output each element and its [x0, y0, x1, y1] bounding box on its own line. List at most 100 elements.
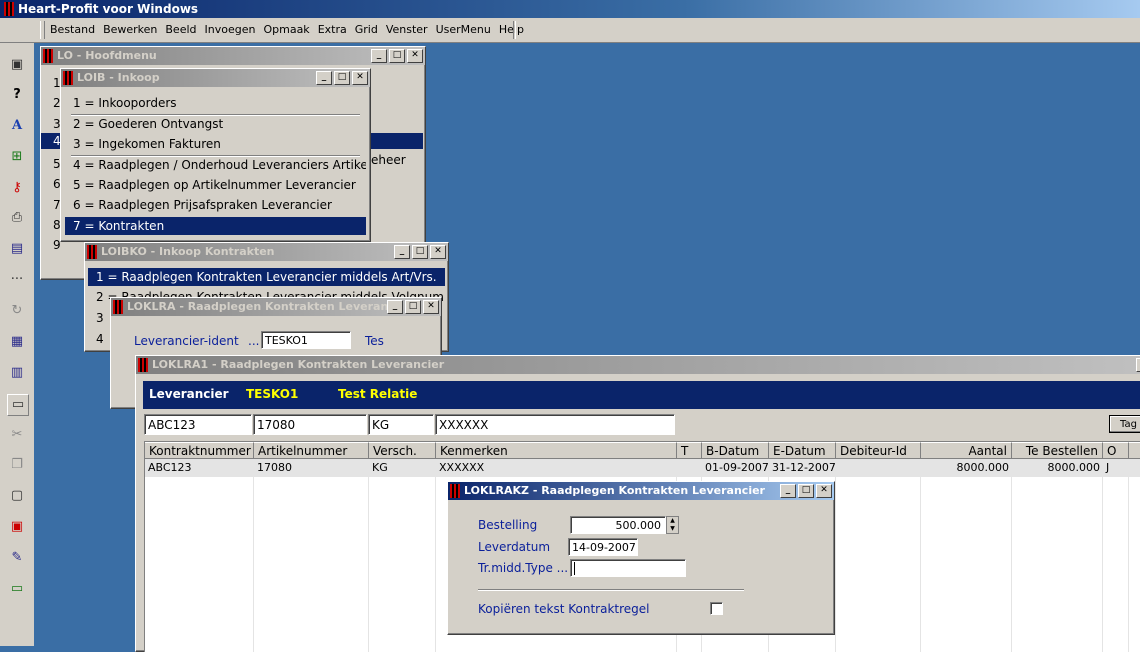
- window-loklrakz[interactable]: LOKLRAKZ - Raadplegen Kontrakten Leveran…: [447, 481, 835, 635]
- maximize-icon[interactable]: □: [389, 49, 405, 63]
- loibko-item-art-vrs[interactable]: 1 = Raadplegen Kontrakten Leverancier mi…: [88, 268, 445, 286]
- minimize-icon[interactable]: _: [387, 300, 403, 314]
- help-icon[interactable]: ?: [7, 85, 27, 105]
- loib-item-goederen-ontvangst[interactable]: 2 = Goederen Ontvangst: [65, 115, 366, 133]
- tree-icon[interactable]: ⊞: [7, 147, 27, 167]
- col-versch[interactable]: Versch.: [369, 442, 436, 459]
- minimize-icon[interactable]: _: [316, 71, 332, 85]
- menu-bewerken[interactable]: Bewerken: [103, 23, 157, 36]
- close-icon[interactable]: ✕: [423, 300, 439, 314]
- grid-line: [1128, 477, 1129, 652]
- loklra-title-bar[interactable]: LOKLRA - Raadplegen Kontrakten Leveranci…: [111, 298, 441, 316]
- edit-icon[interactable]: ✎: [7, 548, 27, 568]
- maximize-icon[interactable]: □: [334, 71, 350, 85]
- chart-icon[interactable]: ▥: [7, 363, 27, 383]
- loklrakz-title: LOKLRAKZ - Raadplegen Kontrakten Leveran…: [464, 484, 765, 497]
- spin-down-icon[interactable]: ▼: [667, 525, 678, 533]
- table-row[interactable]: ABC123 17080 KG XXXXXX 01-09-2007 31-12-…: [145, 459, 1140, 477]
- col-o[interactable]: O: [1103, 442, 1129, 459]
- filter-kenmerken-input[interactable]: XXXXXX: [435, 414, 675, 435]
- bestelling-spinner[interactable]: ▲ ▼: [666, 516, 679, 534]
- minimize-icon[interactable]: _: [780, 484, 796, 498]
- refresh-icon[interactable]: ↻: [7, 301, 27, 321]
- tag-button[interactable]: Tag r: [1109, 415, 1140, 433]
- loib-item-kontrakten[interactable]: 7 = Kontrakten: [65, 217, 366, 235]
- loibko-title-bar[interactable]: LOIBKO - Inkoop Kontrakten _ □ ✕: [85, 243, 448, 261]
- menu-venster[interactable]: Venster: [386, 23, 428, 36]
- font-icon[interactable]: A: [7, 116, 27, 136]
- bestelling-input[interactable]: 500.000: [570, 516, 666, 534]
- menu-bestand[interactable]: Bestand: [50, 23, 95, 36]
- print-icon[interactable]: ⎙: [7, 208, 27, 228]
- col-te-bestellen[interactable]: Te Bestellen: [1012, 442, 1103, 459]
- lo-title: LO - Hoofdmenu: [57, 49, 157, 62]
- cell-artikelnummer: 17080: [257, 461, 292, 474]
- filter-versch-input[interactable]: KG: [368, 414, 434, 435]
- app-logo-icon: [4, 2, 14, 16]
- trmidd-type-input[interactable]: [570, 559, 686, 577]
- col-debiteur-id[interactable]: Debiteur-Id: [836, 442, 921, 459]
- loib-logo-icon: [63, 71, 73, 85]
- filter-artikelnummer-input[interactable]: 17080: [253, 414, 367, 435]
- menu-beeld[interactable]: Beeld: [165, 23, 196, 36]
- cut-icon[interactable]: ✂: [7, 425, 27, 445]
- minimize-icon[interactable]: _: [1136, 358, 1140, 372]
- loklrakz-title-bar[interactable]: LOKLRAKZ - Raadplegen Kontrakten Leveran…: [448, 482, 834, 500]
- loklra-partial-label: Tes: [365, 334, 384, 348]
- loib-title-bar[interactable]: LOIB - Inkoop _ □ ✕: [61, 69, 370, 87]
- minimize-icon[interactable]: _: [371, 49, 387, 63]
- menu-help[interactable]: Help: [499, 23, 524, 36]
- loib-item-artikelnummer-leverancier[interactable]: 5 = Raadplegen op Artikelnummer Leveranc…: [65, 176, 366, 194]
- leverancier-ident-dots: ...: [248, 334, 260, 348]
- col-b-datum[interactable]: B-Datum: [702, 442, 769, 459]
- copy-icon[interactable]: ❐: [7, 455, 27, 475]
- paste-icon[interactable]: ▢: [7, 486, 27, 506]
- menu-invoegen[interactable]: Invoegen: [205, 23, 256, 36]
- loklra1-title-bar[interactable]: LOKLRA1 - Raadplegen Kontrakten Leveranc…: [136, 356, 1140, 374]
- col-t[interactable]: T: [677, 442, 702, 459]
- leverancier-header-name: Test Relatie: [338, 387, 418, 401]
- maximize-icon[interactable]: □: [405, 300, 421, 314]
- leverancier-ident-input[interactable]: TESKO1: [261, 331, 351, 349]
- leverdatum-input[interactable]: 14-09-2007: [568, 538, 638, 556]
- maximize-icon[interactable]: □: [412, 245, 428, 259]
- menu-opmaak[interactable]: Opmaak: [263, 23, 309, 36]
- loib-item-ingekomen-fakturen[interactable]: 3 = Ingekomen Fakturen: [65, 135, 366, 153]
- filter-kontraktnummer-input[interactable]: ABC123: [144, 414, 252, 435]
- close-icon[interactable]: ✕: [816, 484, 832, 498]
- spin-up-icon[interactable]: ▲: [667, 517, 678, 525]
- menu-usermenu[interactable]: UserMenu: [436, 23, 491, 36]
- leverancier-header-band: Leverancier TESKO1 Test Relatie: [143, 381, 1140, 409]
- form-icon[interactable]: ▤: [7, 239, 27, 259]
- lo-selected-num: 4: [53, 134, 61, 148]
- col-kenmerken[interactable]: Kenmerken: [436, 442, 677, 459]
- screen-icon[interactable]: ▭: [7, 579, 27, 599]
- grid-line: [835, 477, 836, 652]
- window-loib-inkoop[interactable]: LOIB - Inkoop _ □ ✕ 1 = Inkooporders 2 =…: [60, 68, 371, 242]
- paste-special-icon[interactable]: ▣: [7, 517, 27, 537]
- menu-extra[interactable]: Extra: [318, 23, 347, 36]
- lo-title-bar[interactable]: LO - Hoofdmenu _ □ ✕: [41, 47, 425, 65]
- text-cursor: [574, 562, 575, 575]
- loib-item-prijsafspraken[interactable]: 6 = Raadplegen Prijsafspraken Leverancie…: [65, 196, 366, 214]
- close-icon[interactable]: ✕: [352, 71, 368, 85]
- settings-icon[interactable]: ▣: [7, 55, 27, 75]
- export-icon[interactable]: ▦: [7, 332, 27, 352]
- minimize-icon[interactable]: _: [394, 245, 410, 259]
- close-icon[interactable]: ✕: [407, 49, 423, 63]
- loib-item-inkooporders[interactable]: 1 = Inkooporders: [65, 94, 366, 112]
- maximize-icon[interactable]: □: [798, 484, 814, 498]
- loib-item-leveranciers-artikel[interactable]: 4 = Raadplegen / Onderhoud Leveranciers …: [65, 156, 366, 174]
- menu-grid[interactable]: Grid: [355, 23, 378, 36]
- kopieren-checkbox[interactable]: [710, 602, 723, 615]
- col-artikelnummer[interactable]: Artikelnummer: [254, 442, 369, 459]
- key-icon[interactable]: ⚷: [7, 178, 27, 198]
- dots-icon[interactable]: ···: [7, 270, 27, 290]
- col-kontraktnummer[interactable]: Kontraktnummer: [145, 442, 254, 459]
- close-icon[interactable]: ✕: [430, 245, 446, 259]
- leverancier-header-code: TESKO1: [246, 387, 299, 401]
- col-e-datum[interactable]: E-Datum: [769, 442, 836, 459]
- col-aantal[interactable]: Aantal: [921, 442, 1012, 459]
- leverancier-ident-label: Leverancier-ident: [134, 334, 239, 348]
- window-icon[interactable]: ▭: [7, 394, 29, 416]
